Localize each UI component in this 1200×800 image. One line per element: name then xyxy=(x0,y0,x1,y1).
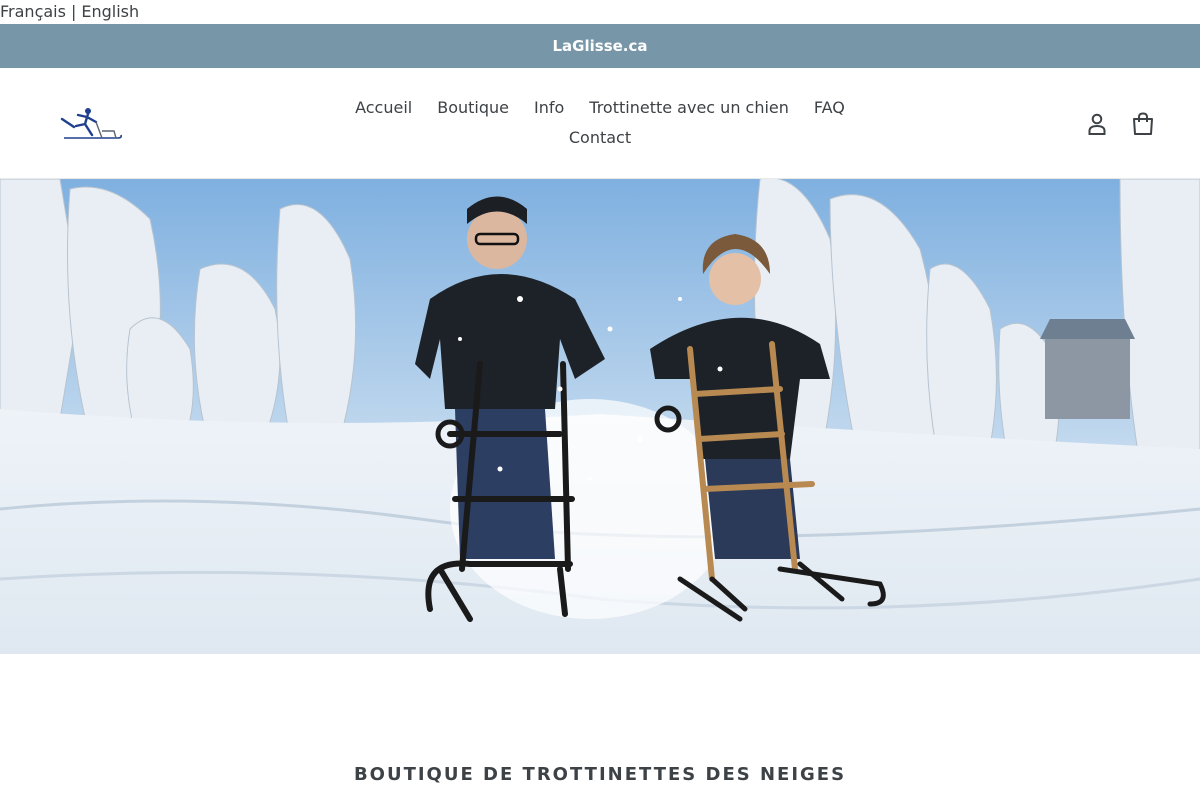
nav-item-accueil[interactable]: Accueil xyxy=(343,98,425,117)
language-english-link[interactable]: English xyxy=(81,2,139,21)
main-navigation: Accueil Boutique Info Trottinette avec u… xyxy=(330,92,870,152)
account-icon xyxy=(1088,113,1106,135)
hero-snow-scene-image xyxy=(0,179,1200,654)
header-actions xyxy=(1084,110,1156,138)
nav-item-info[interactable]: Info xyxy=(522,98,577,117)
nav-item-contact[interactable]: Contact xyxy=(556,128,643,147)
kicksled-logo-icon xyxy=(60,108,122,139)
language-separator: | xyxy=(70,2,77,21)
announcement-text[interactable]: LaGlisse.ca xyxy=(552,37,647,55)
language-french-link[interactable]: Français xyxy=(0,2,66,21)
nav-row-2: Contact xyxy=(330,122,870,152)
site-header: Accueil Boutique Info Trottinette avec u… xyxy=(0,68,1200,179)
nav-item-trottinette-chien[interactable]: Trottinette avec un chien xyxy=(577,98,802,117)
hero-banner-image xyxy=(0,179,1200,654)
nav-item-boutique[interactable]: Boutique xyxy=(425,98,522,117)
cart-button[interactable] xyxy=(1130,110,1156,138)
announcement-bar: LaGlisse.ca xyxy=(0,24,1200,68)
section-title: BOUTIQUE DE TROTTINETTES DES NEIGES xyxy=(353,764,847,785)
nav-row-1: Accueil Boutique Info Trottinette avec u… xyxy=(330,92,870,122)
nav-item-faq[interactable]: FAQ xyxy=(801,98,857,117)
account-button[interactable] xyxy=(1084,110,1110,138)
cart-icon xyxy=(1133,112,1153,135)
language-switcher: Français | English xyxy=(0,0,139,24)
site-logo[interactable] xyxy=(58,105,124,145)
